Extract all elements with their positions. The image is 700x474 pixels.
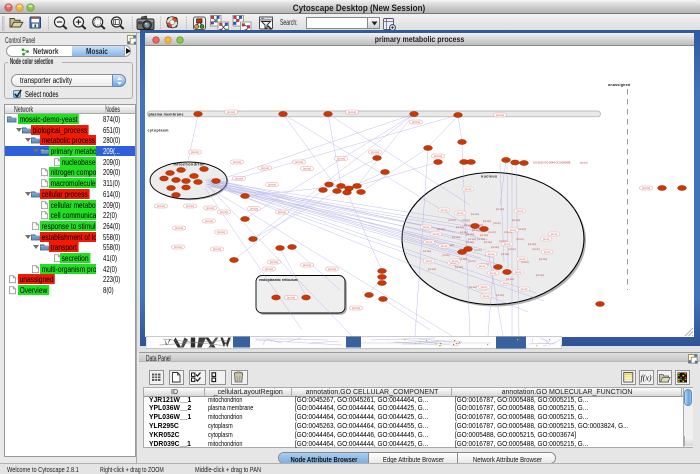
svg-text:[xx:xxx]: [xx:xxx]	[518, 228, 526, 231]
svg-text:[xx:xx]: [xx:xx]	[348, 110, 356, 114]
svg-text:[xx:xx]: [xx:xx]	[522, 261, 529, 264]
svg-text:[xx:xx]: [xx:xx]	[503, 283, 510, 285]
svg-text:[xx:xx]: [xx:xx]	[441, 246, 448, 248]
svg-text:[xx:xx]: [xx:xx]	[175, 226, 183, 230]
svg-text:[xx:xxx]: [xx:xxx]	[512, 219, 520, 222]
svg-text:unassigned: unassigned	[608, 83, 630, 87]
svg-text:[xx:xxx]: [xx:xxx]	[437, 228, 445, 231]
svg-text:[xx:xx]: [xx:xx]	[186, 204, 194, 208]
svg-text:cytoplasm: cytoplasm	[148, 129, 169, 133]
svg-text:[xx:xx]: [xx:xx]	[457, 213, 464, 215]
svg-text:[xx:xxx]: [xx:xxx]	[496, 294, 504, 297]
svg-text:[xx:xx]: [xx:xx]	[517, 238, 524, 241]
svg-text:[xx:xxx]: [xx:xxx]	[452, 236, 460, 239]
svg-text:[xx:xx]: [xx:xx]	[494, 222, 501, 225]
svg-text:[xx:xx]: [xx:xx]	[270, 260, 278, 264]
svg-text:[xx:xxx]: [xx:xxx]	[469, 286, 477, 289]
svg-text:[xx:xx]: [xx:xx]	[287, 296, 295, 300]
svg-text:[xx:xx]: [xx:xx]	[303, 167, 311, 171]
svg-text:[xx:xx]: [xx:xx]	[337, 157, 345, 161]
svg-text:GO:0016 GO:0044 GO:0005488: GO:0016 GO:0044 GO:0005488	[533, 161, 571, 165]
svg-text:f(x): f(x)	[640, 374, 651, 383]
svg-text:[xx:xx]: [xx:xx]	[328, 267, 336, 271]
svg-text:[xx:xxx]: [xx:xxx]	[471, 213, 479, 216]
svg-text:[xx:xx]: [xx:xx]	[235, 177, 243, 181]
svg-text:[xx:xx]: [xx:xx]	[521, 289, 528, 291]
svg-text:[xx:xx]: [xx:xx]	[483, 296, 490, 298]
svg-text:[xx:xx]: [xx:xx]	[217, 230, 225, 234]
svg-text:[xx:xxx]: [xx:xxx]	[480, 234, 488, 237]
svg-text:[xx:xxx]: [xx:xxx]	[460, 231, 468, 234]
svg-text:[xx:xx]: [xx:xx]	[490, 273, 497, 275]
svg-text:[xx:xx]: [xx:xx]	[295, 160, 303, 164]
svg-text:[xx:xx]: [xx:xx]	[426, 242, 433, 244]
svg-text:[xx:xx]: [xx:xx]	[463, 219, 470, 222]
svg-text:[xx:xx]: [xx:xx]	[489, 231, 496, 234]
svg-text:[xx:xx]: [xx:xx]	[519, 259, 526, 261]
svg-text:[xx:xx]: [xx:xx]	[265, 267, 273, 271]
svg-text:[xx:xxx]: [xx:xxx]	[423, 250, 431, 253]
svg-text:endoplasmic reticulum: endoplasmic reticulum	[259, 278, 298, 282]
svg-text:[xx:xxx]: [xx:xxx]	[501, 253, 509, 256]
svg-text:[xx:xx]: [xx:xx]	[475, 249, 482, 252]
svg-text:[xx:xx]: [xx:xx]	[450, 263, 457, 265]
svg-text:[xx:xx]: [xx:xx]	[504, 244, 511, 246]
svg-text:[xx:xx]: [xx:xx]	[510, 230, 517, 232]
svg-text:[xx:xx]: [xx:xx]	[642, 186, 650, 190]
svg-text:[xx:xxx]: [xx:xxx]	[536, 274, 544, 277]
svg-text:[xx:xx]: [xx:xx]	[544, 252, 551, 254]
svg-text:[xx:xx]: [xx:xx]	[481, 287, 488, 289]
svg-text:[xx:xx]: [xx:xx]	[423, 227, 430, 229]
svg-text:[xx:xx]: [xx:xx]	[479, 266, 486, 268]
svg-text:[xx:xx]: [xx:xx]	[233, 160, 241, 164]
svg-text:[xx:xx]: [xx:xx]	[515, 272, 522, 274]
svg-text:[xx:xx]: [xx:xx]	[449, 219, 456, 222]
svg-text:[xx:xx]: [xx:xx]	[278, 210, 286, 214]
svg-text:[xx:xx]: [xx:xx]	[352, 306, 360, 310]
svg-text:plasma membrane: plasma membrane	[149, 112, 184, 116]
svg-text:[xx:xx]: [xx:xx]	[426, 261, 433, 263]
svg-text:[xx:xxx]: [xx:xxx]	[484, 241, 492, 244]
svg-text:[xx:xx]: [xx:xx]	[157, 204, 165, 208]
svg-text:[xx:xx]: [xx:xx]	[205, 219, 213, 223]
svg-text:[xx:xx]: [xx:xx]	[191, 150, 199, 154]
svg-text:[xx:xx]: [xx:xx]	[465, 189, 472, 191]
svg-text:[xx:xxx]: [xx:xxx]	[496, 208, 504, 211]
svg-text:[xx:xxx]: [xx:xxx]	[539, 258, 547, 261]
svg-text:[xx:xx]: [xx:xx]	[261, 166, 269, 170]
svg-text:nucleus: nucleus	[481, 175, 497, 179]
svg-text:[xx:xx]: [xx:xx]	[533, 248, 540, 251]
svg-text:[xx:xx]: [xx:xx]	[412, 120, 420, 124]
svg-text:[xx:xx]: [xx:xx]	[517, 211, 524, 213]
svg-text:[xx:xxx]: [xx:xxx]	[528, 243, 536, 246]
svg-text:[xx:xx]: [xx:xx]	[213, 247, 221, 251]
svg-text:[xx:xxx]: [xx:xxx]	[491, 246, 499, 249]
svg-text:[xx:xxx]: [xx:xxx]	[455, 266, 463, 269]
svg-text:[xx:xx]: [xx:xx]	[580, 161, 588, 165]
svg-text:[xx:xxx]: [xx:xxx]	[483, 220, 491, 223]
svg-text:[xx:xxx]: [xx:xxx]	[506, 278, 514, 281]
svg-text:[xx:xx]: [xx:xx]	[206, 206, 214, 210]
svg-text:[xx:xx]: [xx:xx]	[434, 154, 442, 158]
svg-text:[xx:xxx]: [xx:xxx]	[428, 268, 436, 271]
svg-text:[xx:xx]: [xx:xx]	[496, 113, 504, 117]
svg-text:[xx:xx]: [xx:xx]	[220, 210, 228, 214]
svg-text:mitochondrion: mitochondrion	[174, 163, 205, 167]
svg-text:[xx:xx]: [xx:xx]	[443, 254, 450, 257]
svg-text:[xx:xx]: [xx:xx]	[543, 239, 550, 241]
svg-text:[xx:xx]: [xx:xx]	[433, 234, 440, 236]
svg-text:[xx:xx]: [xx:xx]	[441, 210, 448, 212]
svg-text:[xx:xxx]: [xx:xxx]	[466, 241, 474, 244]
svg-text:[xx:xx]: [xx:xx]	[509, 248, 516, 251]
svg-text:[xx:xx]: [xx:xx]	[488, 254, 495, 256]
svg-text:[xx:xx]: [xx:xx]	[469, 260, 476, 263]
svg-text:[xx:xx]: [xx:xx]	[227, 110, 235, 114]
svg-text:[xx:xx]: [xx:xx]	[174, 245, 182, 249]
svg-text:[xx:xx]: [xx:xx]	[303, 263, 311, 267]
svg-text:[xx:xx]: [xx:xx]	[250, 207, 258, 211]
svg-text:[xx:xx]: [xx:xx]	[551, 234, 558, 236]
svg-text:[xx:xx]: [xx:xx]	[452, 261, 459, 263]
svg-text:[xx:xx]: [xx:xx]	[371, 150, 379, 154]
svg-text:[xx:xx]: [xx:xx]	[268, 183, 276, 187]
